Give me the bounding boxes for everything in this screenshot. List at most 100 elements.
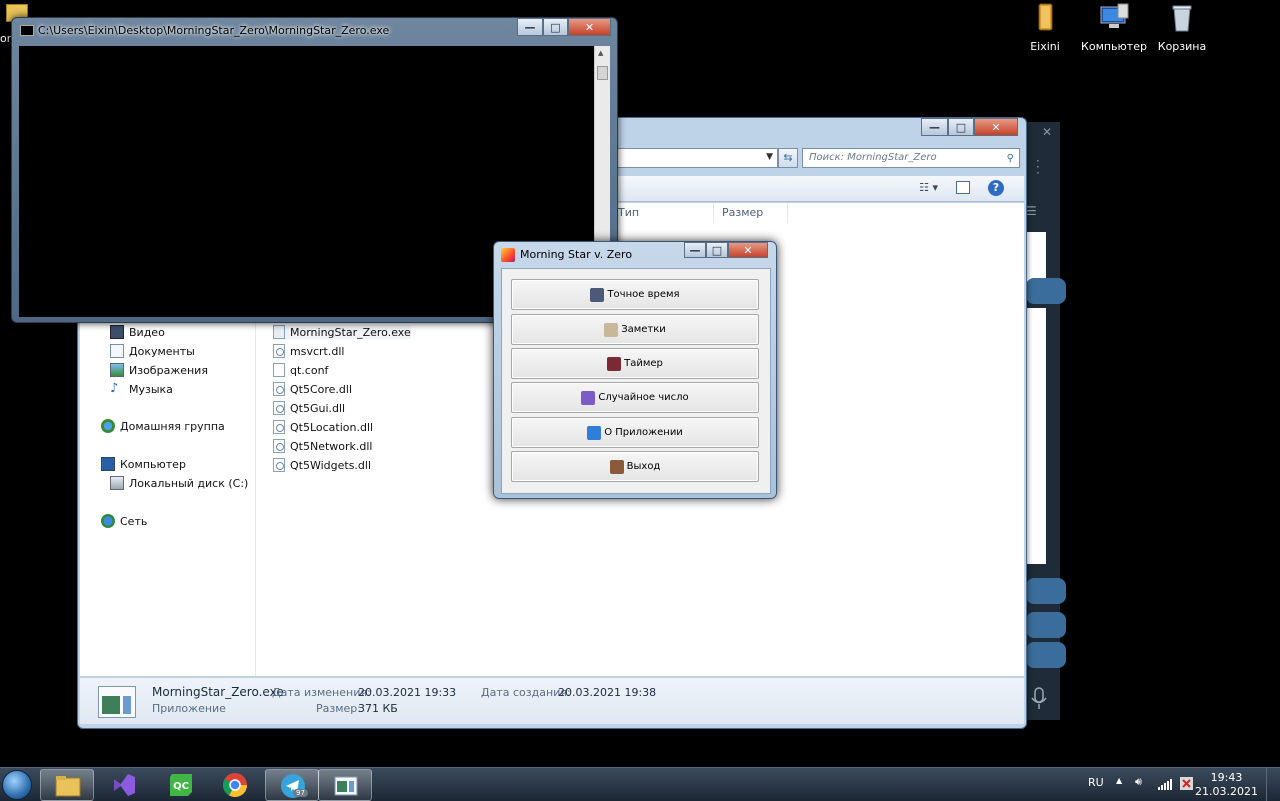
taskbar-chrome[interactable] [208, 769, 262, 801]
desktop-icon-label: or [0, 32, 12, 45]
dll-file-icon [273, 439, 285, 453]
taskbar-visual-studio[interactable] [97, 769, 151, 801]
pin-icon[interactable]: ☰ [1026, 204, 1037, 218]
exit-button[interactable]: Выход [511, 451, 759, 482]
column-header-size[interactable]: Размер [718, 203, 788, 223]
drive-icon [110, 476, 124, 490]
microphone-icon[interactable] [1030, 687, 1048, 711]
message-panel [1024, 308, 1046, 564]
network-error-icon[interactable] [1180, 777, 1193, 790]
window-title: Morning Star v. Zero [520, 248, 633, 261]
language-indicator[interactable]: RU [1088, 776, 1104, 789]
clock[interactable]: 19:43 21.03.2021 [1195, 771, 1258, 799]
desktop-icon-label: Корзина [1157, 40, 1207, 53]
nav-item-label: Локальный диск (C:) [129, 476, 249, 490]
nav-item-homegroup[interactable]: Домашняя группа [101, 419, 225, 433]
taskbar-explorer[interactable] [40, 769, 94, 801]
show-desktop-button[interactable] [1266, 768, 1280, 801]
exact-time-button[interactable]: Точное время [511, 279, 759, 310]
minimize-button[interactable]: — [517, 18, 543, 36]
documents-icon [110, 344, 124, 358]
refresh-button[interactable]: ⇆ [778, 148, 798, 168]
nav-item-label: Музыка [129, 382, 173, 396]
info-icon [587, 425, 602, 440]
timer-button[interactable]: Таймер [511, 348, 759, 379]
dll-file-icon [273, 382, 285, 396]
file-row[interactable]: Qt5Network.dll [273, 439, 373, 453]
details-pane: MorningStar_Zero.exe Приложение Дата изм… [80, 677, 1024, 724]
close-icon[interactable]: ✕ [1042, 125, 1052, 139]
preview-pane-icon[interactable] [956, 181, 970, 194]
details-size-label: Размер: [316, 702, 361, 715]
desktop-icon-user[interactable]: Eixini [1010, 2, 1080, 53]
refresh-icon: ⇆ [783, 151, 793, 164]
nav-item-video[interactable]: Видео [110, 325, 165, 339]
message-bubble [1026, 578, 1066, 604]
nav-item-local-disk[interactable]: Локальный диск (C:) [110, 476, 248, 490]
volume-icon[interactable]: 🔊︎ [1135, 775, 1142, 789]
file-row[interactable]: Qt5Location.dll [273, 420, 373, 434]
folder-icon [55, 776, 81, 797]
application-icon [334, 776, 358, 796]
close-button[interactable]: ✕ [568, 18, 611, 36]
file-row[interactable]: Qt5Core.dll [273, 382, 352, 396]
desktop-icon-computer[interactable]: Компьютер [1079, 2, 1149, 53]
notes-button[interactable]: Заметки [511, 314, 759, 345]
start-button[interactable] [2, 770, 32, 800]
recycle-bin-icon [1172, 5, 1192, 32]
file-row[interactable]: Qt5Widgets.dll [273, 458, 371, 472]
file-row[interactable]: qt.conf [273, 363, 328, 377]
dll-file-icon [273, 420, 285, 434]
file-row[interactable]: MorningStar_Zero.exe [273, 325, 411, 339]
about-button[interactable]: О Приложении [511, 417, 759, 448]
nav-item-music[interactable]: ♪ Музыка [110, 382, 173, 396]
close-button[interactable]: ✕ [974, 118, 1018, 136]
file-row[interactable]: msvcrt.dll [273, 344, 344, 358]
close-button[interactable]: ✕ [728, 242, 768, 258]
nav-item-pictures[interactable]: Изображения [110, 363, 208, 377]
random-number-button[interactable]: Случайное число [511, 382, 759, 413]
network-icon [101, 514, 115, 528]
file-name: MorningStar_Zero.exe [290, 325, 411, 339]
column-header-type[interactable]: Тип [614, 203, 714, 223]
scroll-up-icon[interactable]: ▲ [598, 49, 603, 57]
maximize-button[interactable]: □ [948, 118, 974, 136]
button-label: Случайное число [598, 392, 689, 403]
maximize-button[interactable]: □ [543, 18, 568, 36]
tray-expand-icon[interactable]: ▲ [1116, 776, 1122, 785]
visual-studio-icon [114, 774, 135, 796]
taskbar-telegram[interactable]: 97 [265, 769, 319, 801]
nav-item-computer[interactable]: Компьютер [101, 457, 186, 471]
view-options-icon[interactable]: ☷ ▾ [919, 181, 938, 194]
taskbar-qt-creator[interactable]: QC [154, 769, 208, 801]
signal-icon[interactable] [1158, 778, 1172, 790]
nav-item-documents[interactable]: Документы [110, 344, 195, 358]
details-type: Приложение [152, 702, 226, 715]
morning-star-window[interactable]: Morning Star v. Zero — □ ✕ Точное время … [493, 241, 777, 499]
clock-icon [590, 287, 605, 302]
file-name: msvcrt.dll [290, 344, 345, 358]
desktop-icon-label: Eixini [1030, 40, 1060, 53]
nav-item-network[interactable]: Сеть [101, 514, 147, 528]
help-icon[interactable]: ? [988, 180, 1004, 196]
menu-dots-icon[interactable]: · · · [1036, 155, 1040, 179]
taskbar: QC 97 RU ▲ 🔊︎ 19:43 21.03.2021 [0, 767, 1280, 801]
taskbar-morning-star[interactable] [318, 769, 372, 801]
chevron-down-icon[interactable]: ▼ [766, 152, 773, 162]
search-input[interactable]: Поиск: MorningStar_Zero ⚲ [802, 148, 1020, 168]
nav-item-label: Компьютер [120, 457, 186, 471]
pictures-icon [110, 363, 124, 377]
file-row[interactable]: Qt5Gui.dll [273, 401, 345, 415]
scrollbar-thumb[interactable] [597, 66, 608, 80]
file-name: Qt5Location.dll [290, 420, 374, 434]
dll-file-icon [273, 458, 285, 472]
chrome-icon [222, 773, 247, 798]
maximize-button[interactable]: □ [706, 242, 728, 258]
desktop-icon-recycle-bin[interactable]: Корзина [1147, 2, 1217, 53]
minimize-button[interactable]: — [684, 242, 706, 258]
button-label: Таймер [624, 358, 663, 369]
user-folder-icon [1038, 3, 1053, 31]
video-icon [110, 325, 124, 339]
minimize-button[interactable]: — [921, 118, 948, 136]
search-icon[interactable]: ⚲ [1007, 150, 1014, 168]
